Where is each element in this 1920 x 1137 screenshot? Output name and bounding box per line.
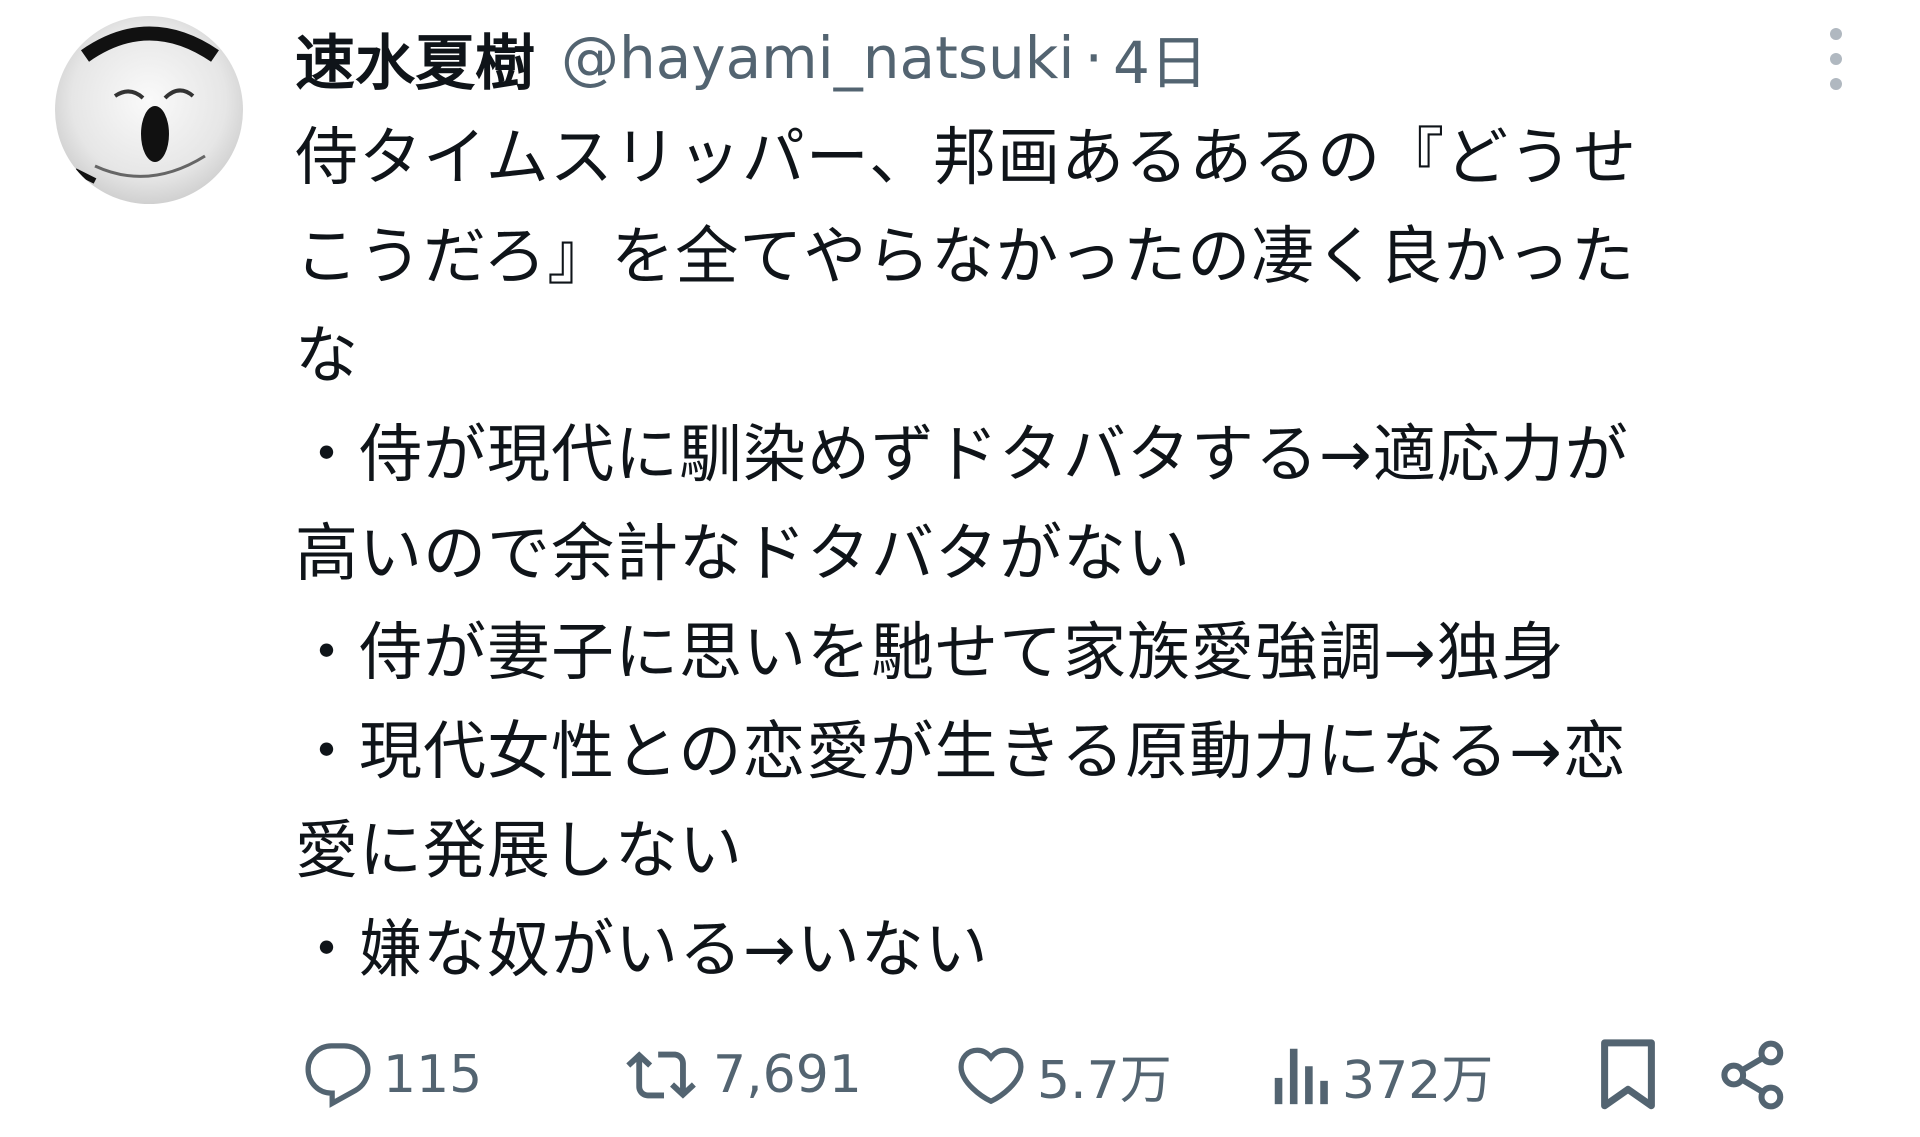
retweet-count: 7,691	[713, 1045, 862, 1105]
avatar-face-icon	[73, 26, 219, 184]
tweet-line: 侍タイムスリッパー、邦画あるあるの『どうせ	[295, 121, 1638, 194]
views-count: 372万	[1342, 1050, 1494, 1111]
tweet-line: ・嫌な奴がいる→いない	[295, 913, 989, 986]
tweet-line: ・侍が現代に馴染めずドタバタする→適応力が	[295, 418, 1629, 491]
retweet-icon	[626, 1051, 696, 1099]
user-handle[interactable]: @hayami_natsuki	[561, 24, 1075, 92]
reply-count: 115	[383, 1045, 483, 1105]
tweet-line: 高いので余計なドタバタがない	[295, 517, 1191, 590]
avatar[interactable]	[55, 16, 243, 204]
reply-button[interactable]: 115	[303, 1030, 482, 1120]
tweet-text: 侍タイムスリッパー、邦画あるあるの『どうせ こうだろ』を全てやらなかったの凄く良…	[295, 108, 1895, 999]
share-icon	[1721, 1040, 1784, 1110]
tweet-line: な	[295, 319, 359, 392]
like-button[interactable]: 5.7万	[955, 1030, 1172, 1120]
tweet-line: ・現代女性との恋愛が生きる原動力になる→恋	[295, 715, 1627, 788]
tweet-header: 速水夏樹 @hayami_natsuki · 4日	[295, 12, 1208, 104]
tweet-line: 愛に発展しない	[295, 814, 743, 887]
bookmark-icon	[1601, 1039, 1655, 1110]
views-icon	[1274, 1048, 1328, 1105]
views-button[interactable]: 372万	[1270, 1030, 1493, 1120]
tweet-timestamp[interactable]: 4日	[1113, 16, 1208, 100]
like-count: 5.7万	[1037, 1050, 1172, 1111]
tweet-line: こうだろ』を全てやらなかったの凄く良かった	[295, 220, 1636, 293]
header-separator: ·	[1084, 24, 1103, 92]
heart-icon	[958, 1047, 1024, 1105]
share-button[interactable]	[1720, 1030, 1786, 1120]
reply-icon	[305, 1043, 371, 1108]
retweet-button[interactable]: 7,691	[625, 1030, 862, 1120]
tweet-actions-bar: 115 7,691 5.7万 372万	[295, 1030, 1855, 1120]
bookmark-button[interactable]	[1598, 1030, 1658, 1120]
tweet-line: ・侍が妻子に思いを馳せて家族愛強調→独身	[295, 616, 1565, 689]
display-name[interactable]: 速水夏樹	[295, 15, 535, 102]
more-options-icon[interactable]	[1818, 24, 1854, 94]
